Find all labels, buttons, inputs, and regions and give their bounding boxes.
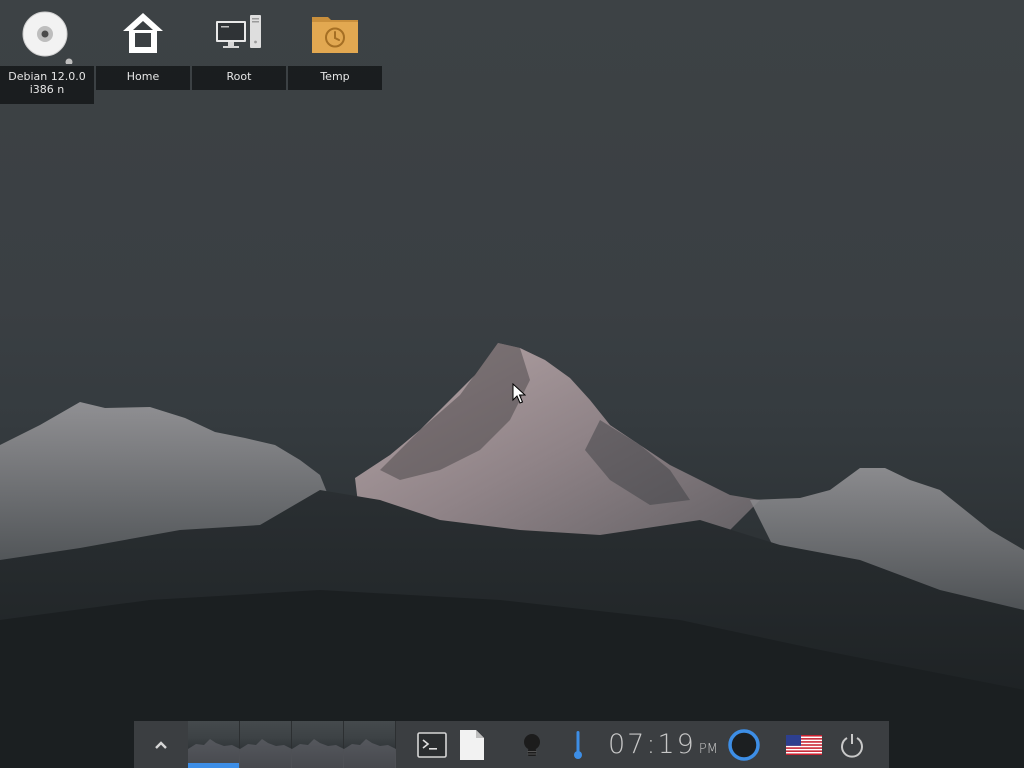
- desktop-icon-root[interactable]: Root: [192, 0, 286, 100]
- label-line-2: i386 n: [29, 83, 65, 96]
- home-icon: [115, 4, 171, 64]
- desktop-icon-debian[interactable]: Debian 12.0.0 i386 n: [0, 0, 94, 104]
- status-ring-button[interactable]: [724, 721, 764, 768]
- folder-clock-icon: [307, 4, 363, 64]
- keyboard-layout-button[interactable]: [784, 721, 824, 768]
- thermometer-icon: [574, 730, 582, 759]
- terminal-icon: [417, 731, 447, 758]
- taskbar: 07:19 PM: [134, 721, 889, 768]
- desktop-icon-label: Home: [96, 66, 190, 90]
- label-line-1: Debian 12.0.0: [8, 70, 86, 83]
- desktop-icon-label: Debian 12.0.0 i386 n: [0, 66, 94, 104]
- clock-time: 07:19: [608, 729, 696, 760]
- mouse-cursor-icon: [512, 383, 526, 404]
- workspace-switcher: [188, 721, 396, 768]
- bulb-tray-button[interactable]: [512, 721, 552, 768]
- terminal-launcher[interactable]: [412, 721, 452, 768]
- clock-ampm: PM: [698, 742, 718, 757]
- power-icon: [840, 733, 863, 758]
- ring-icon: [728, 728, 760, 761]
- desktop[interactable]: Debian 12.0.0 i386 n Home Root Temp 07:1…: [0, 0, 1024, 768]
- clock[interactable]: 07:19 PM: [608, 721, 718, 768]
- desktop-icon-label: Root: [192, 66, 286, 90]
- workspace-4[interactable]: [344, 721, 396, 768]
- desktop-icon-home[interactable]: Home: [96, 0, 190, 100]
- workspace-2[interactable]: [240, 721, 292, 768]
- desktop-icon-temp[interactable]: Temp: [288, 0, 382, 100]
- file-icon: [460, 729, 484, 760]
- disc-icon: [19, 4, 75, 64]
- show-launcher-button[interactable]: [134, 721, 188, 768]
- desktop-icon-label: Temp: [288, 66, 382, 90]
- chevron-up-icon: [155, 740, 167, 749]
- file-launcher[interactable]: [452, 721, 492, 768]
- workspace-1[interactable]: [188, 721, 240, 768]
- us-flag-icon: [785, 734, 822, 755]
- temperature-tray-button[interactable]: [560, 721, 596, 768]
- bulb-icon: [524, 733, 540, 756]
- workspace-3[interactable]: [292, 721, 344, 768]
- computer-icon: [211, 4, 267, 64]
- power-button[interactable]: [832, 721, 872, 768]
